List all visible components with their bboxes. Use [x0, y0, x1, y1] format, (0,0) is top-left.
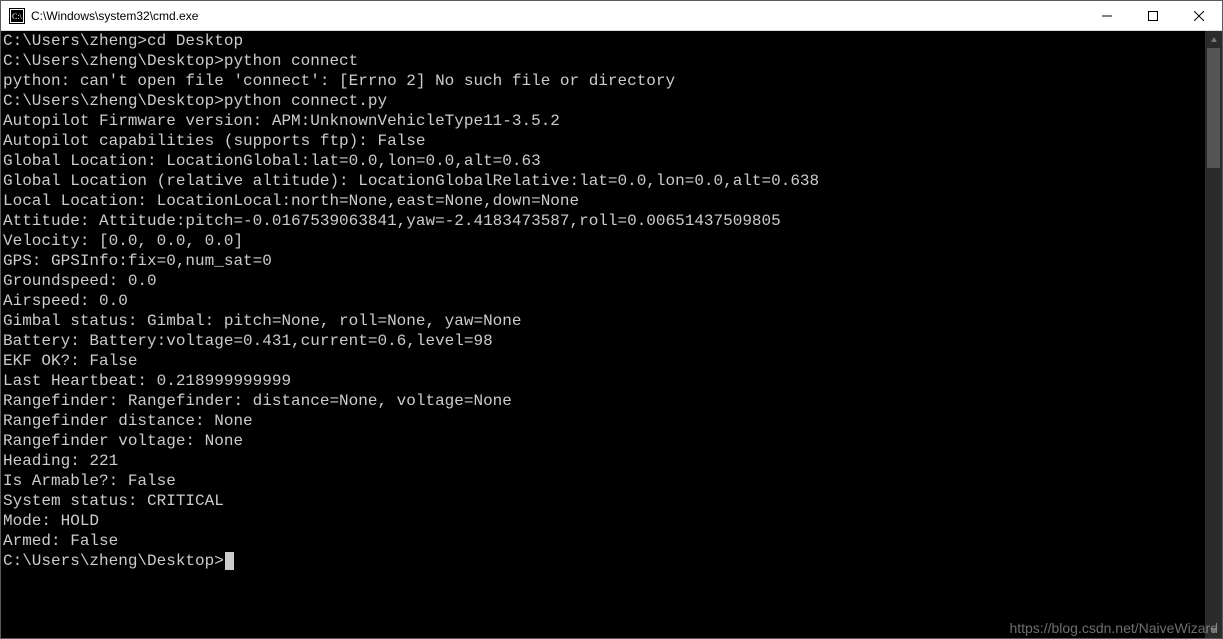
- terminal-line: Rangefinder distance: None: [3, 411, 1203, 431]
- terminal-line: C:\Users\zheng>cd Desktop: [3, 31, 1203, 51]
- terminal-line: Velocity: [0.0, 0.0, 0.0]: [3, 231, 1203, 251]
- terminal-line: Groundspeed: 0.0: [3, 271, 1203, 291]
- maximize-button[interactable]: [1130, 1, 1176, 30]
- terminal-line: Rangefinder: Rangefinder: distance=None,…: [3, 391, 1203, 411]
- terminal-line: Global Location: LocationGlobal:lat=0.0,…: [3, 151, 1203, 171]
- terminal-line: Autopilot capabilities (supports ftp): F…: [3, 131, 1203, 151]
- cmd-window: C:\ C:\Windows\system32\cmd.exe C:\Users…: [0, 0, 1223, 639]
- terminal-line: Attitude: Attitude:pitch=-0.016753906384…: [3, 211, 1203, 231]
- terminal-line: Mode: HOLD: [3, 511, 1203, 531]
- terminal-line: EKF OK?: False: [3, 351, 1203, 371]
- scroll-down-arrow-icon[interactable]: [1205, 621, 1222, 638]
- cursor: [225, 552, 234, 570]
- terminal-line: Global Location (relative altitude): Loc…: [3, 171, 1203, 191]
- window-title: C:\Windows\system32\cmd.exe: [31, 1, 1084, 31]
- terminal-line: Battery: Battery:voltage=0.431,current=0…: [3, 331, 1203, 351]
- terminal-line: Heading: 221: [3, 451, 1203, 471]
- minimize-button[interactable]: [1084, 1, 1130, 30]
- scroll-track[interactable]: [1205, 48, 1222, 621]
- close-button[interactable]: [1176, 1, 1222, 30]
- terminal-line: System status: CRITICAL: [3, 491, 1203, 511]
- titlebar[interactable]: C:\ C:\Windows\system32\cmd.exe: [1, 1, 1222, 31]
- terminal-line: Local Location: LocationLocal:north=None…: [3, 191, 1203, 211]
- vertical-scrollbar[interactable]: [1205, 31, 1222, 638]
- scroll-thumb[interactable]: [1207, 48, 1220, 168]
- terminal-line: Armed: False: [3, 531, 1203, 551]
- terminal-line: python: can't open file 'connect': [Errn…: [3, 71, 1203, 91]
- terminal-line: Gimbal status: Gimbal: pitch=None, roll=…: [3, 311, 1203, 331]
- terminal-line: Last Heartbeat: 0.218999999999: [3, 371, 1203, 391]
- terminal-line: Is Armable?: False: [3, 471, 1203, 491]
- client-area: C:\Users\zheng>cd DesktopC:\Users\zheng\…: [1, 31, 1222, 638]
- scroll-up-arrow-icon[interactable]: [1205, 31, 1222, 48]
- window-controls: [1084, 1, 1222, 30]
- app-icon: C:\: [9, 8, 25, 24]
- terminal-output[interactable]: C:\Users\zheng>cd DesktopC:\Users\zheng\…: [1, 31, 1205, 638]
- terminal-line: Autopilot Firmware version: APM:UnknownV…: [3, 111, 1203, 131]
- terminal-line: Airspeed: 0.0: [3, 291, 1203, 311]
- terminal-line: Rangefinder voltage: None: [3, 431, 1203, 451]
- svg-text:C:\: C:\: [12, 12, 23, 21]
- terminal-line: GPS: GPSInfo:fix=0,num_sat=0: [3, 251, 1203, 271]
- terminal-line: C:\Users\zheng\Desktop>: [3, 551, 1203, 571]
- terminal-line: C:\Users\zheng\Desktop>python connect: [3, 51, 1203, 71]
- terminal-line: C:\Users\zheng\Desktop>python connect.py: [3, 91, 1203, 111]
